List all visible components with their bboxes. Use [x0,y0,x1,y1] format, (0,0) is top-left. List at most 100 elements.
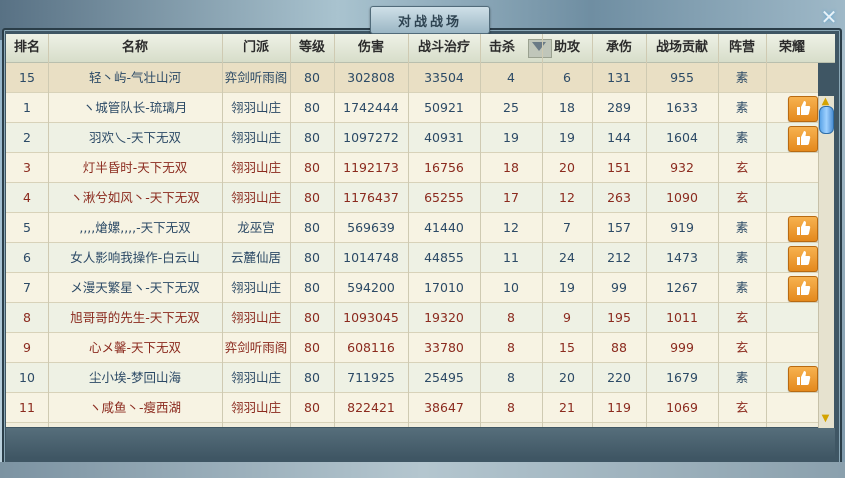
cell-rank: 10 [19,370,35,385]
cell-sect: 翎羽山庄 [230,100,281,115]
table-row[interactable]: 2 羽欢乀-天下无双 翎羽山庄 80 1097272 40931 19 19 144 1604 素 [6,123,818,153]
cell-sect: 翎羽山庄 [230,280,281,295]
cell-assists: 7 [563,220,571,235]
cell-camp: 玄 [735,160,749,175]
thumbs-up-icon[interactable] [788,216,818,242]
table-row[interactable]: 1 ヽ城管队长-琉璃月 翎羽山庄 80 1742444 50921 25 18 289 1633 素 [6,93,818,123]
scroll-down-icon[interactable]: ▼ [819,412,832,425]
cell-rank: 15 [19,70,35,85]
cell-camp: 素 [735,250,749,265]
thumbs-up-icon[interactable] [788,126,818,152]
self-row[interactable]: 15 轻丶屿-气壮山河 弈剑听雨阁 80 302808 33504 4 6 131 955 素 [6,63,818,93]
cell-level: 80 [304,220,320,235]
cell-damage: 711925 [347,370,395,385]
cell-assists: 20 [559,160,575,175]
cell-kills: 10 [503,280,519,295]
column-header-contribution[interactable]: 战场贡献 [646,34,718,62]
table-row[interactable]: 5 ,,,,熗嫘,,,,-天下无双 龙巫宫 80 569639 41440 12 7 157 91… [6,213,818,243]
cell-rank: 3 [23,160,31,175]
column-header-glory[interactable]: 荣耀 [766,34,818,62]
column-divider [646,34,647,427]
cell-assists: 19 [559,130,575,145]
cell-heal: 38647 [424,400,464,415]
column-header-heal[interactable]: 战斗治疗 [408,34,480,62]
cell-camp: 素 [735,100,749,115]
cell-name: 轻丶屿-气壮山河 [88,70,181,85]
column-header-camp[interactable]: 阵营 [718,34,766,62]
cell-assists: 15 [559,340,575,355]
cell-kills: 4 [507,70,515,85]
cell-level: 80 [304,100,320,115]
cell-kills: 19 [503,130,519,145]
column-divider [480,34,481,427]
cell-contribution: 1011 [666,310,698,325]
table-row[interactable]: 6 女人影响我操作-白云山 云麓仙居 80 1014748 44855 11 24 212 147… [6,243,818,273]
column-header-kills[interactable]: 击杀 [480,34,524,62]
cell-camp: 玄 [735,190,749,205]
close-icon[interactable]: ✕ [818,6,840,28]
column-header-rank[interactable]: 排名 [6,34,48,62]
cell-damage: 594200 [347,280,395,295]
table-row[interactable]: 10 尘小埃-梦回山海 翎羽山庄 80 711925 25495 8 20 220 1679 素 [6,363,818,393]
cell-sect: 翎羽山庄 [230,400,281,415]
column-header-damage[interactable]: 伤害 [334,34,408,62]
cell-name: 灯半昏时-天下无双 [82,160,188,175]
cell-assists: 6 [563,70,571,85]
thumbs-up-icon[interactable] [788,96,818,122]
table-row[interactable]: 9 心メ馨-天下无双 弈剑听雨阁 80 608116 33780 8 15 88 999 玄 [6,333,818,363]
cell-sect: 龙巫宫 [237,220,275,235]
cell-contribution: 1604 [666,130,698,145]
cell-taken: 289 [607,100,631,115]
cell-kills: 18 [503,160,519,175]
column-header-sect[interactable]: 门派 [222,34,290,62]
scrollbar-track[interactable] [818,96,834,428]
column-header-taken[interactable]: 承伤 [592,34,646,62]
cell-name: 心メ馨-天下无双 [88,340,181,355]
cell-level: 80 [304,160,320,175]
column-divider [718,34,719,427]
cell-contribution: 1679 [666,370,698,385]
column-header-level[interactable]: 等级 [290,34,334,62]
window-title-plate: 对战战场 [370,6,490,34]
sort-desc-icon[interactable] [532,42,546,51]
table-header: 排名 名称 门派 等级 伤害 战斗治疗 击杀 助攻 承伤 战场贡献 阵营 荣耀 [6,34,835,63]
cell-camp: 素 [735,220,749,235]
cell-heal: 50921 [424,100,464,115]
column-divider [48,34,49,427]
table-row[interactable]: 3 灯半昏时-天下无双 翎羽山庄 80 1192173 16756 18 20 151 932 玄 [6,153,818,183]
cell-sect: 翎羽山庄 [230,190,281,205]
cell-taken: 195 [607,310,631,325]
table-row[interactable]: 11 ヽ咸鱼丶-瘦西湖 翎羽山庄 80 822421 38647 8 21 119 1069 玄 [6,393,818,423]
column-header-name[interactable]: 名称 [48,34,222,62]
cell-sect: 云麓仙居 [230,250,281,265]
cell-contribution: 1473 [666,250,698,265]
cell-damage: 822421 [347,400,395,415]
cell-name: ,,,,熗嫘,,,,-天下无双 [79,220,191,235]
cell-damage: 569639 [347,220,395,235]
scoreboard-table: 15 轻丶屿-气壮山河 弈剑听雨阁 80 302808 33504 4 6 131 955 素 1 ヽ城… [6,63,818,427]
cell-level: 80 [304,310,320,325]
cell-assists: 19 [559,280,575,295]
thumbs-up-icon[interactable] [788,366,818,392]
cell-assists: 9 [563,310,571,325]
cell-name: ヽ咸鱼丶-瘦西湖 [88,400,181,415]
window-title: 对战战场 [397,14,462,30]
cell-kills: 8 [507,310,515,325]
scrollbar-thumb[interactable] [819,106,834,134]
cell-taken: 151 [607,160,631,175]
table-row[interactable]: 8 旭哥哥的先生-天下无双 翎羽山庄 80 1093045 19320 8 9 195 1011 玄 [6,303,818,333]
cell-contribution: 932 [670,160,694,175]
cell-contribution: 955 [670,70,694,85]
cell-heal: 33780 [424,340,464,355]
thumbs-up-icon[interactable] [788,246,818,272]
thumbs-up-icon[interactable] [788,276,818,302]
cell-level: 80 [304,340,320,355]
cell-rank: 5 [23,220,31,235]
cell-taken: 212 [607,250,631,265]
cell-assists: 21 [559,400,575,415]
table-row[interactable]: 4 ヽ湫兮如风丶-天下无双 翎羽山庄 80 1176437 65255 17 12 263 109… [6,183,818,213]
cell-sect: 翎羽山庄 [230,160,281,175]
cell-level: 80 [304,130,320,145]
table-row[interactable]: 7 メ漫天繁星ヽ-天下无双 翎羽山庄 80 594200 17010 10 19 99 1267 素 [6,273,818,303]
cell-kills: 8 [507,340,515,355]
